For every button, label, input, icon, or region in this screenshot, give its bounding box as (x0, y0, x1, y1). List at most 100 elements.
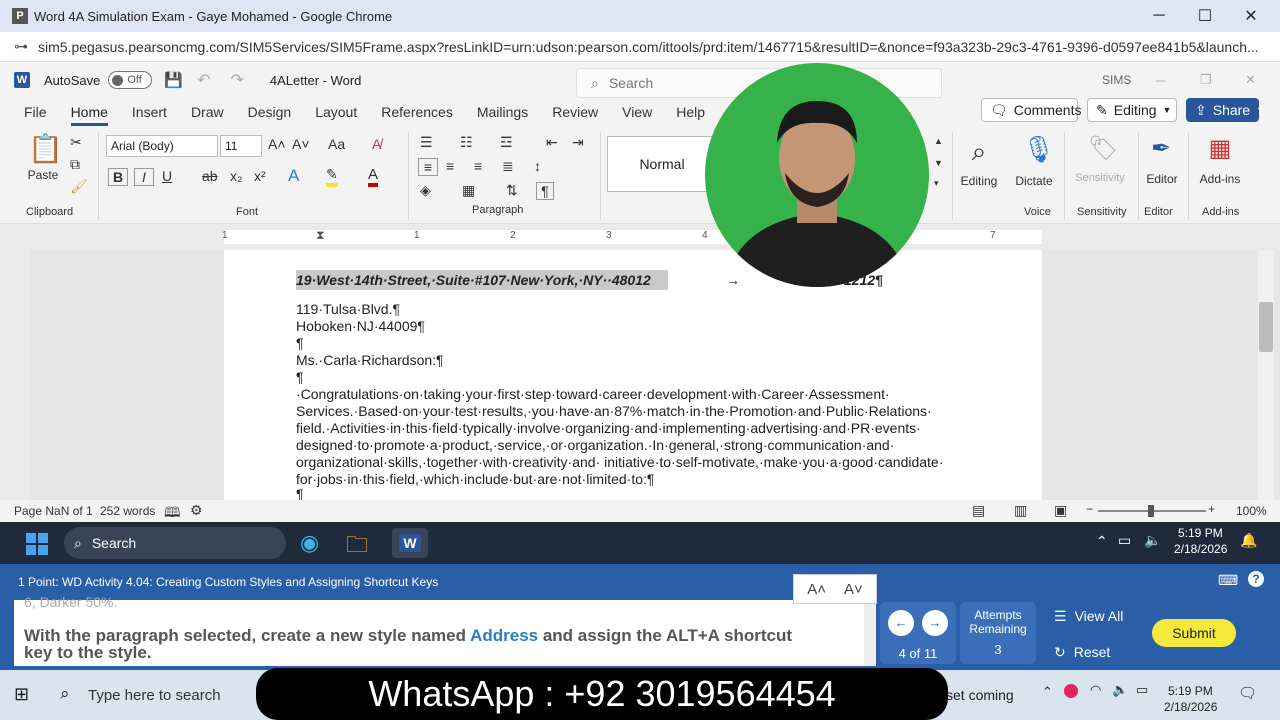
doc-line[interactable]: ¶ (296, 369, 304, 385)
microphone-icon[interactable]: 🎙 (1022, 134, 1055, 165)
zoom-in-icon[interactable]: + (1208, 502, 1215, 516)
format-painter-icon[interactable]: 🖌 (70, 178, 88, 195)
news-notice[interactable]: set coming (946, 687, 1014, 703)
letterhead-address[interactable]: 19·West·14th·Street,·Suite·#107·New·York… (296, 272, 651, 288)
font-name-combo[interactable]: Arial (Body) (106, 135, 218, 157)
chevron-up-icon[interactable]: ⌃ (1042, 684, 1053, 700)
tab-design[interactable]: Design (236, 98, 304, 126)
style-normal-tile[interactable]: Normal (607, 136, 717, 192)
tab-review[interactable]: Review (540, 98, 610, 126)
font-color-icon[interactable]: A (368, 166, 379, 187)
host-clock-date[interactable]: 2/18/2026 (1164, 700, 1217, 714)
autosave-toggle[interactable]: Off (108, 71, 153, 89)
align-right-icon[interactable]: ≡ (474, 158, 482, 174)
doc-line[interactable]: field.·Activities·in·this·field·typicall… (296, 420, 921, 436)
editing-label[interactable]: Editing (956, 174, 1002, 188)
increase-indent-icon[interactable]: ⇥ (572, 134, 584, 151)
font-size-combo[interactable]: 11 (220, 135, 262, 157)
read-mode-icon[interactable]: ▤ (972, 502, 985, 519)
align-left-icon[interactable]: ≡ (418, 158, 438, 176)
site-info-icon[interactable]: ⊶ (14, 38, 28, 55)
cut-icon[interactable]: ✂ (70, 134, 82, 151)
styles-more-icon[interactable]: ▾ (934, 178, 939, 189)
horizontal-ruler[interactable] (0, 224, 1280, 250)
scrollbar-thumb[interactable] (1259, 302, 1273, 352)
windows-start-icon[interactable]: ⊞ (14, 684, 29, 705)
doc-line[interactable]: Hoboken·NJ·44009¶ (296, 318, 425, 334)
multilevel-list-icon[interactable]: ☲ (500, 134, 513, 151)
vertical-scrollbar[interactable] (1258, 250, 1274, 500)
word-restore-icon[interactable]: ❐ (1200, 72, 1212, 88)
chevron-up-icon[interactable]: ⌃ (1096, 533, 1108, 550)
reset-button[interactable]: ↻ Reset (1054, 644, 1110, 661)
help-icon[interactable]: ? (1248, 571, 1264, 587)
tab-references[interactable]: References (369, 98, 465, 126)
doc-line[interactable]: ¶ (296, 335, 304, 351)
search-icon[interactable]: ⌕ (60, 684, 70, 704)
web-layout-icon[interactable]: ▣ (1054, 502, 1067, 519)
grow-font-icon[interactable]: A˄ (268, 136, 286, 152)
doc-line[interactable]: Ms.·Carla·Richardson:¶ (296, 352, 444, 368)
tab-draw[interactable]: Draw (179, 98, 236, 126)
indent-marker-icon[interactable]: ⧗ (316, 228, 324, 243)
copy-icon[interactable]: ⧉ (70, 156, 80, 173)
windows-start-icon[interactable] (26, 533, 48, 555)
file-explorer-icon[interactable]: 🗀 (346, 528, 368, 566)
change-case-icon[interactable]: Aa (328, 136, 345, 152)
show-formatting-marks-icon[interactable]: ¶ (536, 182, 554, 200)
justify-icon[interactable]: ≣ (502, 158, 514, 175)
doc-line[interactable]: designed·to·promote·a·product,·service,·… (296, 437, 894, 453)
print-layout-icon[interactable]: ▥ (1014, 502, 1027, 519)
styles-scroll-up-icon[interactable]: ▲ (934, 136, 943, 146)
vm-search-box[interactable]: ⌕ Search (64, 527, 286, 559)
record-icon[interactable] (1064, 684, 1078, 698)
highlight-icon[interactable]: ✎ (326, 166, 338, 187)
zoom-out-icon[interactable]: − (1086, 502, 1093, 516)
clear-formatting-icon[interactable]: A̸ (372, 136, 381, 152)
close-button[interactable]: ✕ (1228, 0, 1274, 32)
editor-icon[interactable]: ✒ (1148, 134, 1174, 163)
notification-bell-icon[interactable]: 🔔 (1240, 532, 1257, 549)
host-clock-time[interactable]: 5:19 PM (1168, 684, 1213, 698)
word-count[interactable]: 252 words (100, 504, 155, 518)
zoom-level[interactable]: 100% (1236, 504, 1267, 518)
undo-icon[interactable]: ↶ (197, 70, 210, 90)
vertical-ruler[interactable] (0, 250, 30, 500)
instruction-scrollbar[interactable] (864, 600, 876, 666)
share-button[interactable]: ⇪ Share ▼ (1186, 98, 1265, 122)
redo-icon[interactable]: ↷ (230, 70, 243, 90)
minimize-button[interactable]: ─ (1136, 0, 1182, 32)
wifi-icon[interactable]: ◠ (1090, 682, 1101, 698)
accessibility-icon[interactable]: ⚙ (190, 502, 203, 519)
line-spacing-icon[interactable]: ↕ (534, 158, 541, 174)
save-icon[interactable]: 💾 (164, 71, 183, 89)
sort-icon[interactable]: ⇅ (506, 182, 518, 199)
paste-icon[interactable]: 📋 (28, 132, 63, 166)
volume-icon[interactable]: 🔈 (1144, 532, 1161, 549)
doc-line[interactable]: for·jobs·in·this·field,·which·include·bu… (296, 471, 654, 487)
word-minimize-icon[interactable]: ─ (1156, 73, 1165, 88)
battery-icon[interactable]: ▭ (1136, 682, 1148, 698)
tab-view[interactable]: View (610, 98, 664, 126)
underline-icon[interactable]: U (162, 168, 172, 184)
page-count[interactable]: Page NaN of 1 (14, 504, 93, 518)
strikethrough-icon[interactable]: ab (202, 168, 218, 184)
address-bar[interactable]: ⊶ sim5.pegasus.pearsoncmg.com/SIM5Servic… (0, 32, 1280, 62)
comments-button[interactable]: 🗨 Comments (981, 98, 1081, 122)
doc-line[interactable]: 119·Tulsa·Blvd.¶ (296, 301, 400, 317)
doc-line[interactable]: organizational·skills,·together·with·cre… (296, 454, 943, 470)
increase-text-size-icon[interactable]: A˄ (807, 581, 826, 598)
add-ins-label[interactable]: Add-ins (1196, 172, 1244, 186)
edge-icon[interactable]: ◉ (300, 530, 319, 556)
find-icon[interactable]: ⌕ (962, 136, 996, 168)
tab-help[interactable]: Help (664, 98, 717, 126)
decrease-indent-icon[interactable]: ⇤ (546, 134, 558, 151)
volume-icon[interactable]: 🔈 (1112, 682, 1128, 698)
bullets-icon[interactable]: ☰ (420, 134, 433, 151)
dictate-label[interactable]: Dictate (1012, 174, 1056, 188)
maximize-button[interactable]: ☐ (1182, 0, 1228, 32)
shrink-font-icon[interactable]: A˅ (292, 136, 310, 152)
tab-mailings[interactable]: Mailings (465, 98, 540, 126)
host-search-placeholder[interactable]: Type here to search (88, 687, 221, 704)
next-task-button[interactable]: → (922, 610, 948, 636)
